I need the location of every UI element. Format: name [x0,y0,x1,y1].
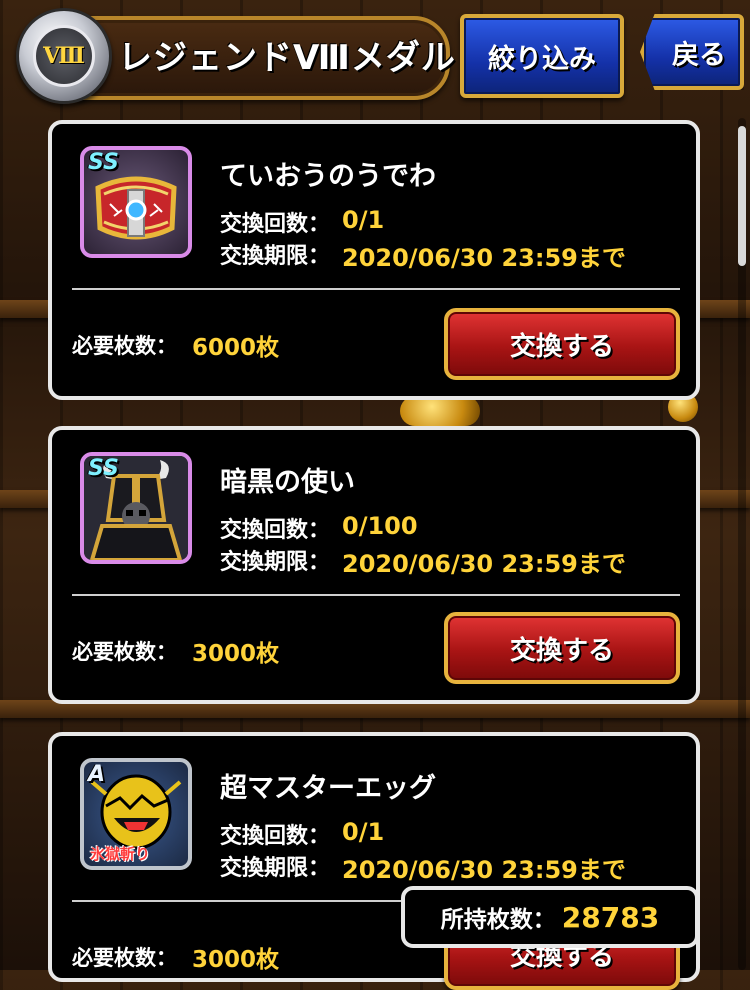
master-egg-icon: A 氷獄斬り [80,758,192,870]
rank-badge: SS [88,456,119,481]
exchange-count-label: 交換回数： [220,518,331,543]
exchange-deadline-value: 2020/06/30 23:59まで [342,856,626,884]
back-button[interactable]: 戻る [640,14,744,90]
exchange-deadline-label: 交換期限： [220,856,331,881]
scroll-thumb[interactable] [738,126,746,266]
required-medals-label: 必要枚数： [72,334,177,358]
exchange-count-value: 0/1 [342,206,385,234]
owned-medals-panel: 所持枚数： 28783 [401,886,699,948]
exchange-count-label: 交換回数： [220,824,331,849]
required-medals-value: 6000枚 [192,335,280,361]
exchange-item-card: SS ていおうのうでわ 交換回数： 0/1 交換期限： 2020/06/30 2… [48,120,700,400]
divider [72,594,680,596]
exchange-count-value: 0/1 [342,818,385,846]
legend-medal-icon: Ⅷ [16,8,112,104]
item-name: 暗黒の使い [220,467,355,498]
exchange-deadline-label: 交換期限： [220,550,331,575]
required-medals-label: 必要枚数： [72,946,177,970]
exchange-item-card: SS 暗黒の使い 交換回数： 0/100 交換期限： 2020/06/30 23… [48,426,700,704]
exchange-deadline-value: 2020/06/30 23:59まで [342,244,626,272]
filter-button[interactable]: 絞り込み [460,14,624,98]
owned-medals-value: 28783 [561,900,660,934]
required-medals-label: 必要枚数： [72,640,177,664]
item-name: 超マスターエッグ [220,773,436,804]
exchange-button[interactable]: 交換する [444,308,680,380]
rank-badge: SS [88,150,119,175]
exchange-deadline-value: 2020/06/30 23:59まで [342,550,626,578]
exchange-count-value: 0/100 [342,512,418,540]
exchange-deadline-label: 交換期限： [220,244,331,269]
owned-medals-label: 所持枚数： [440,907,556,933]
bracelet-icon: SS [80,146,192,258]
header-bar: Ⅷ レジェンドⅧメダル 絞り込み 戻る [0,0,750,104]
medal-face: Ⅷ [33,25,95,87]
dark-knight-icon: SS [80,452,192,564]
medal-roman-numeral: Ⅷ [43,43,85,69]
scrollbar[interactable] [738,118,746,970]
exchange-button[interactable]: 交換する [444,612,680,684]
item-name: ていおうのうでわ [220,161,436,192]
required-medals-value: 3000枚 [192,641,280,667]
page-title: レジェンドⅧメダル [118,38,456,78]
exchange-count-label: 交換回数： [220,212,331,237]
rank-badge: A [88,762,106,787]
divider [72,288,680,290]
skill-caption: 氷獄斬り [90,845,151,863]
background-orb [400,396,480,426]
required-medals-value: 3000枚 [192,947,280,973]
